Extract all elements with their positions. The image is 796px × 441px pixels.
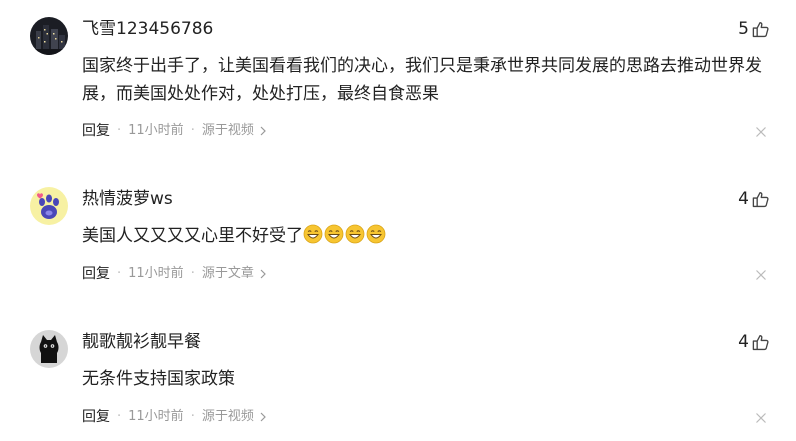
chevron-right-icon [260,126,266,136]
comment-meta: 回复 · 11小时前 · 源于视频 [82,408,269,426]
chevron-right-icon [260,269,266,279]
comment-item: 靓歌靓衫靓早餐 4 无条件支持国家政策 回复 · 11小时前 · 源于视频 [0,330,796,435]
black-cat-avatar-icon [30,330,68,368]
comment-meta: 回复 · 11小时前 · 源于视频 [82,122,269,140]
avatar[interactable] [30,187,68,225]
like-button[interactable]: 4 [738,188,770,210]
paw-heart-avatar-icon [30,187,68,225]
comment-text: 国家终于出手了，让美国看看我们的决心，我们只是秉承世界共同发展的思路去推动世界发… [82,56,762,104]
separator-dot: · [190,123,195,138]
comment-item: 飞雪123456786 5 国家终于出手了，让美国看看我们的决心，我们只是秉承世… [0,17,796,147]
comment-text-content: 美国人又又又又心里不好受了 [82,226,303,246]
source-link[interactable]: 源于视频 [202,408,269,426]
grinning-face-emoji-icon [366,224,386,244]
close-icon[interactable] [755,269,767,281]
comment-list: 飞雪123456786 5 国家终于出手了，让美国看看我们的决心，我们只是秉承世… [0,0,796,441]
comment-meta: 回复 · 11小时前 · 源于文章 [82,265,269,283]
separator-dot: · [117,123,122,138]
separator-dot: · [117,409,122,424]
source-link[interactable]: 源于文章 [202,265,269,283]
thumbs-up-icon [752,334,769,350]
source-label: 源于视频 [201,409,254,424]
source-label: 源于文章 [201,266,254,281]
like-button[interactable]: 4 [738,331,770,353]
avatar[interactable] [30,330,68,368]
grinning-face-emoji-icon [345,224,365,244]
username[interactable]: 热情菠萝ws [82,188,173,210]
emoji-group [303,224,387,246]
timestamp: 11小时前 [128,123,184,138]
grinning-face-emoji-icon [324,224,344,244]
reply-button[interactable]: 回复 [82,265,110,283]
grinning-face-emoji-icon [303,224,323,244]
like-count: 4 [738,189,749,209]
close-icon[interactable] [755,126,767,138]
like-count: 5 [738,19,749,39]
comment-text: 美国人又又又又心里不好受了 [82,222,772,250]
username[interactable]: 靓歌靓衫靓早餐 [82,331,201,353]
separator-dot: · [190,409,195,424]
timestamp: 11小时前 [128,409,184,424]
separator-dot: · [117,266,122,281]
source-link[interactable]: 源于视频 [202,122,269,140]
like-count: 4 [738,332,749,352]
chevron-right-icon [260,412,266,422]
comment-text: 无条件支持国家政策 [82,369,235,389]
separator-dot: · [190,266,195,281]
thumbs-up-icon [752,191,769,207]
username[interactable]: 飞雪123456786 [82,18,213,40]
close-icon[interactable] [755,412,767,424]
comment-item: 热情菠萝ws 4 美国人又又又又心里不好受了 回复 · 11小时前 · 源于文章 [0,187,796,297]
source-label: 源于视频 [201,123,254,138]
like-button[interactable]: 5 [738,18,770,40]
night-city-avatar-icon [30,17,68,55]
thumbs-up-icon [752,21,769,37]
timestamp: 11小时前 [128,266,184,281]
avatar[interactable] [30,17,68,55]
reply-button[interactable]: 回复 [82,408,110,426]
reply-button[interactable]: 回复 [82,122,110,140]
